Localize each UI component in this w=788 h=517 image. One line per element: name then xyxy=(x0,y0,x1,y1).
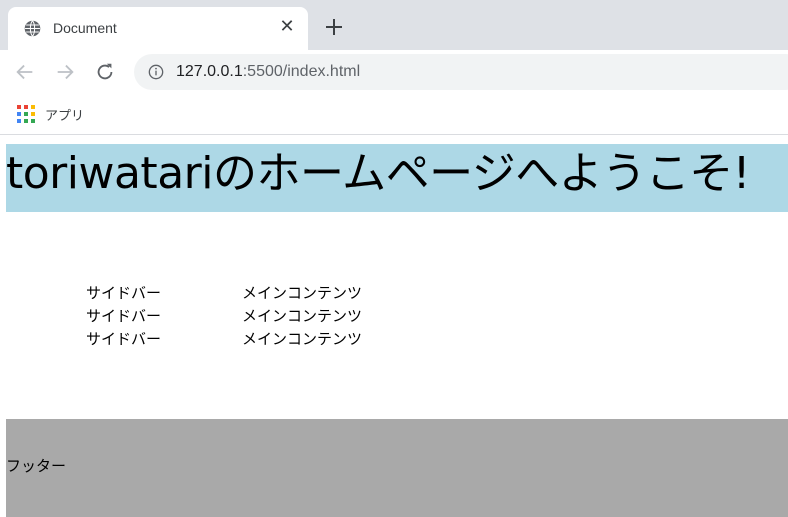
page-header: toriwatariのホームページへようこそ! xyxy=(6,144,788,212)
globe-icon xyxy=(24,20,41,37)
reload-icon[interactable] xyxy=(94,61,116,83)
tab-title: Document xyxy=(53,20,117,36)
sidebar: サイドバー サイドバー サイドバー xyxy=(86,282,226,351)
new-tab-plus-icon[interactable] xyxy=(322,15,346,39)
apps-grid-icon[interactable] xyxy=(17,105,35,123)
footer-text: フッター xyxy=(6,457,67,475)
sidebar-item: サイドバー xyxy=(86,284,162,302)
page-footer: フッター xyxy=(6,419,788,517)
site-info-icon[interactable] xyxy=(148,64,164,80)
url-text[interactable]: 127.0.0.1:5500/index.html xyxy=(176,63,360,81)
browser-toolbar: 127.0.0.1:5500/index.html xyxy=(0,50,788,95)
back-arrow-icon[interactable] xyxy=(14,61,36,83)
url-path: :5500/index.html xyxy=(242,63,361,80)
forward-arrow-icon[interactable] xyxy=(54,61,76,83)
apps-bookmark-label[interactable]: アプリ xyxy=(45,105,84,124)
close-tab-icon[interactable]: ✕ xyxy=(278,18,296,36)
browser-tab-document[interactable]: Document ✕ xyxy=(8,7,308,50)
sidebar-item: サイドバー xyxy=(86,307,162,325)
main-content: メインコンテンツ メインコンテンツ メインコンテンツ xyxy=(242,282,442,351)
sidebar-item: サイドバー xyxy=(86,330,162,348)
main-content-item: メインコンテンツ xyxy=(242,330,363,348)
main-content-item: メインコンテンツ xyxy=(242,307,363,325)
page-title: toriwatariのホームページへようこそ! xyxy=(6,148,750,199)
url-host: 127.0.0.1 xyxy=(176,63,243,80)
bookmarks-bar: アプリ xyxy=(0,95,788,135)
page-viewport: toriwatariのホームページへようこそ! サイドバー サイドバー サイドバ… xyxy=(0,136,788,517)
tab-strip: Document ✕ xyxy=(0,0,788,50)
address-bar[interactable]: 127.0.0.1:5500/index.html xyxy=(134,54,788,90)
main-content-item: メインコンテンツ xyxy=(242,284,363,302)
